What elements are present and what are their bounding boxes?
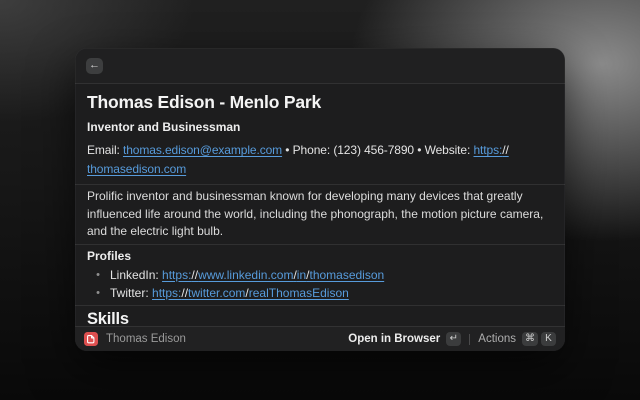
profile-label: LinkedIn: <box>110 268 162 282</box>
divider <box>75 305 565 306</box>
actions-menu-button[interactable]: Actions ⌘ K <box>478 332 556 346</box>
footer-divider <box>469 334 470 345</box>
footer-left: Thomas Edison <box>84 332 186 346</box>
extension-title: Thomas Edison <box>106 333 186 345</box>
profile-line: LinkedIn: https://www.linkedin.com/in/th… <box>110 266 384 284</box>
profiles-heading: Profiles <box>87 249 553 264</box>
website-label: Website: <box>425 143 474 157</box>
footer-right: Open in Browser ↵ Actions ⌘ K <box>348 332 556 346</box>
subtitle: Inventor and Businessman <box>87 120 553 135</box>
divider <box>75 244 565 245</box>
cmd-key-icon: ⌘ <box>522 332 538 346</box>
return-key-icon: ↵ <box>446 332 461 346</box>
contact-line-1: Email: thomas.edison@example.com • Phone… <box>87 141 553 160</box>
website-link[interactable]: thomasedison.com <box>87 162 186 176</box>
phone-text: Phone: (123) 456-7890 <box>293 143 414 157</box>
open-in-browser-action[interactable]: Open in Browser ↵ <box>348 332 461 346</box>
action-bar: Thomas Edison Open in Browser ↵ Actions … <box>75 326 565 351</box>
open-in-browser-label: Open in Browser <box>348 333 440 345</box>
email-link[interactable]: thomas.edison@example.com <box>123 143 282 157</box>
divider <box>75 184 565 185</box>
bullet-icon: • <box>93 266 103 284</box>
list-item: • LinkedIn: https://www.linkedin.com/in/… <box>87 266 553 284</box>
k-key-icon: K <box>541 332 556 346</box>
back-arrow-icon: ← <box>89 60 100 71</box>
linkedin-link[interactable]: https://www.linkedin.com/in/thomasedison <box>162 268 384 282</box>
website-scheme: https: <box>473 143 502 157</box>
separator: • <box>282 143 293 157</box>
description: Prolific inventor and businessman known … <box>87 188 553 241</box>
website-slashes: // <box>502 143 508 157</box>
back-button[interactable]: ← <box>86 58 103 74</box>
desktop-background: ← Thomas Edison - Menlo Park Inventor an… <box>0 0 640 400</box>
profile-label: Twitter: <box>110 286 152 300</box>
profile-line: Twitter: https://twitter.com/realThomasE… <box>110 284 349 302</box>
email-label: Email: <box>87 143 123 157</box>
contact-line: Email: thomas.edison@example.com • Phone… <box>87 141 553 179</box>
extension-icon <box>84 332 98 346</box>
list-item: • Twitter: https://twitter.com/realThoma… <box>87 284 553 302</box>
bullet-icon: • <box>93 284 103 302</box>
navigation-bar: ← <box>75 48 565 84</box>
extension-window: ← Thomas Edison - Menlo Park Inventor an… <box>75 48 565 351</box>
profiles-list: • LinkedIn: https://www.linkedin.com/in/… <box>87 266 553 302</box>
website-link[interactable]: https:// <box>473 143 508 157</box>
separator: • <box>414 143 425 157</box>
skills-heading: Skills <box>87 309 553 327</box>
detail-scroll-area[interactable]: Thomas Edison - Menlo Park Inventor and … <box>75 84 565 326</box>
page-title: Thomas Edison - Menlo Park <box>87 92 553 113</box>
actions-label: Actions <box>478 333 516 345</box>
twitter-link[interactable]: https://twitter.com/realThomasEdison <box>152 286 349 300</box>
